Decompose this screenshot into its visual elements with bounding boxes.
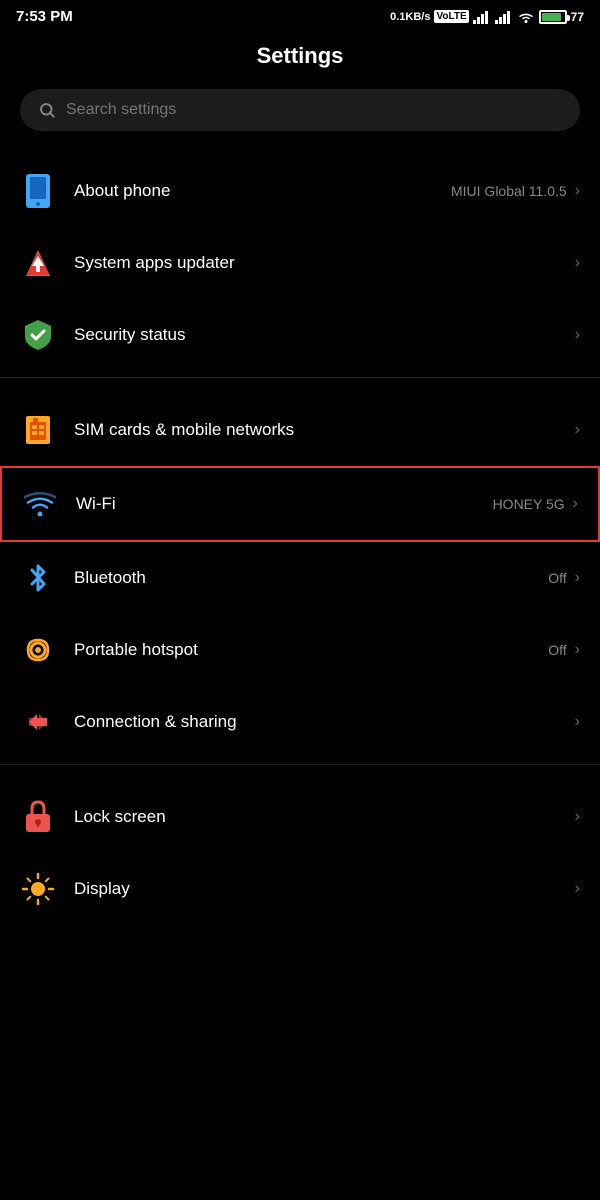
security-status-label: Security status [74, 325, 567, 345]
bluetooth-chevron: › [575, 569, 580, 587]
wifi-label: Wi-Fi [76, 494, 493, 514]
hotspot-value: Off [548, 642, 566, 658]
lock-icon [20, 799, 56, 835]
settings-item-connection-sharing[interactable]: Connection & sharing › [0, 686, 600, 758]
display-label: Display [74, 879, 567, 899]
settings-item-security-status[interactable]: Security status › [0, 299, 600, 371]
about-phone-value: MIUI Global 11.0.5 [451, 183, 567, 199]
bluetooth-value: Off [548, 570, 566, 586]
page-title: Settings [0, 29, 600, 89]
lock-screen-label: Lock screen [74, 807, 567, 827]
status-time: 7:53 PM [16, 8, 73, 25]
spacer-1 [0, 384, 600, 394]
connection-icon [20, 704, 56, 740]
sim-icon [20, 412, 56, 448]
phone-icon [20, 173, 56, 209]
settings-item-display[interactable]: Display › [0, 853, 600, 925]
section-connectivity: SIM cards & mobile networks › Wi-Fi HONE… [0, 394, 600, 758]
settings-item-system-apps-updater[interactable]: System apps updater › [0, 227, 600, 299]
settings-item-hotspot[interactable]: Portable hotspot Off › [0, 614, 600, 686]
signal-icon-1 [473, 10, 491, 24]
network-speed: 0.1KB/s [390, 11, 430, 23]
hotspot-label: Portable hotspot [74, 640, 548, 660]
sim-label: SIM cards & mobile networks [74, 420, 567, 440]
display-icon [20, 871, 56, 907]
sim-chevron: › [575, 421, 580, 439]
volte-icon: VoLTE [434, 10, 468, 23]
battery-icon [539, 10, 567, 24]
settings-item-wifi[interactable]: Wi-Fi HONEY 5G › [0, 466, 600, 542]
shield-icon [20, 317, 56, 353]
bluetooth-icon [20, 560, 56, 596]
settings-item-about-phone[interactable]: About phone MIUI Global 11.0.5 › [0, 155, 600, 227]
status-bar: 7:53 PM 0.1KB/s VoLTE 77 [0, 0, 600, 29]
hotspot-icon [20, 632, 56, 668]
search-bar[interactable] [20, 89, 580, 131]
status-icons: 0.1KB/s VoLTE 77 [390, 10, 584, 24]
connection-sharing-chevron: › [575, 713, 580, 731]
lock-screen-chevron: › [575, 808, 580, 826]
settings-item-lock-screen[interactable]: Lock screen › [0, 781, 600, 853]
wifi-chevron: › [573, 495, 578, 513]
search-icon [38, 101, 56, 119]
system-apps-label: System apps updater [74, 253, 567, 273]
section-personalization: Lock screen › Display › [0, 781, 600, 925]
divider-2 [0, 764, 600, 765]
security-status-chevron: › [575, 326, 580, 344]
settings-item-sim[interactable]: SIM cards & mobile networks › [0, 394, 600, 466]
wifi-status-icon [517, 10, 535, 24]
wifi-icon [22, 486, 58, 522]
section-device: About phone MIUI Global 11.0.5 › System … [0, 155, 600, 371]
bluetooth-label: Bluetooth [74, 568, 548, 588]
search-input[interactable] [66, 101, 562, 119]
hotspot-chevron: › [575, 641, 580, 659]
signal-icon-2 [495, 10, 513, 24]
battery-percentage: 77 [571, 10, 584, 24]
spacer-2 [0, 771, 600, 781]
settings-item-bluetooth[interactable]: Bluetooth Off › [0, 542, 600, 614]
about-phone-label: About phone [74, 181, 451, 201]
connection-sharing-label: Connection & sharing [74, 712, 567, 732]
updater-icon [20, 245, 56, 281]
system-apps-chevron: › [575, 254, 580, 272]
display-chevron: › [575, 880, 580, 898]
about-phone-chevron: › [575, 182, 580, 200]
wifi-value: HONEY 5G [493, 496, 565, 512]
divider-1 [0, 377, 600, 378]
